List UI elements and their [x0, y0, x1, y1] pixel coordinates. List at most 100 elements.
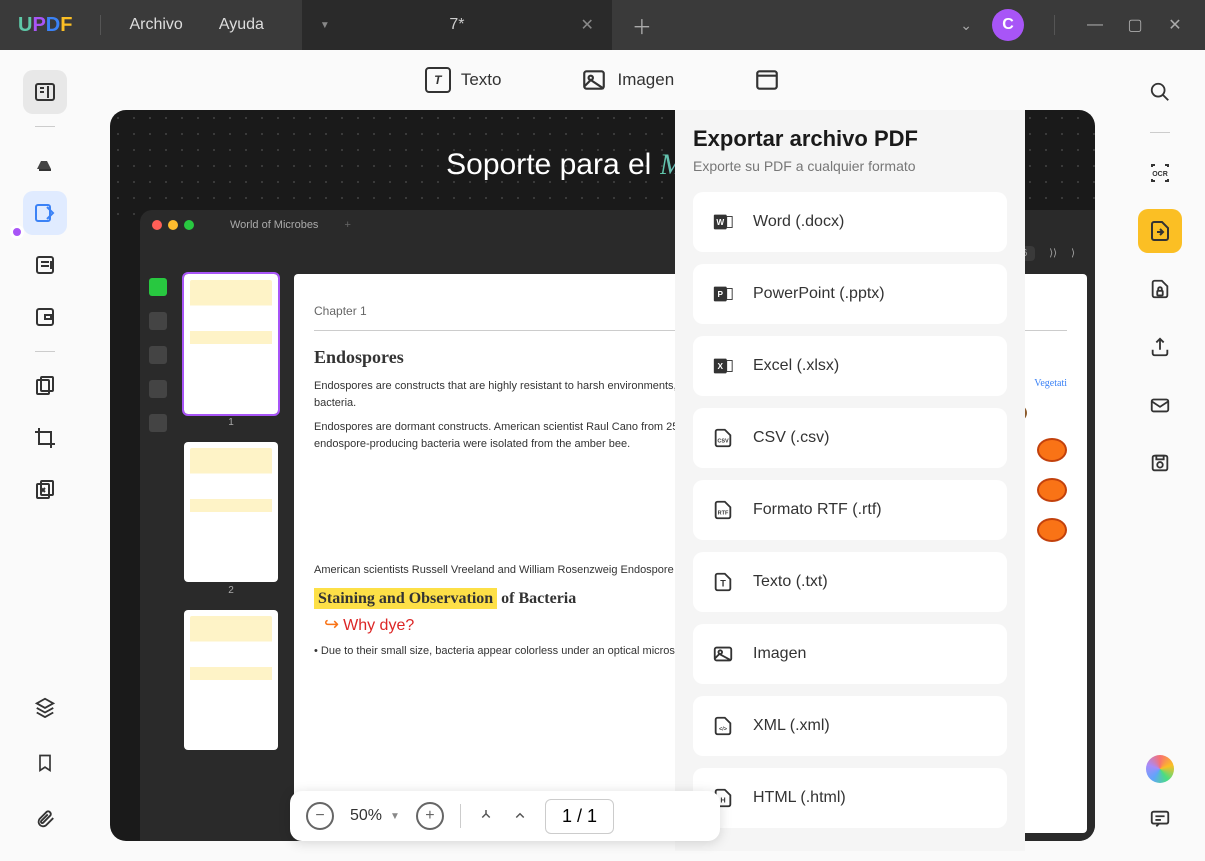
link-button[interactable]	[754, 67, 780, 93]
highlighter-tool[interactable]	[23, 139, 67, 183]
tab-dropdown-icon[interactable]: ▼	[320, 20, 330, 31]
tab-area: ▼ 7* ✕ ＋	[302, 0, 672, 50]
page-indicator[interactable]: 1 / 1	[545, 799, 614, 834]
inner-new-tab[interactable]: +	[344, 219, 350, 231]
divider	[460, 804, 461, 828]
new-tab-button[interactable]: ＋	[612, 0, 672, 50]
heading-suffix: of Bacteria	[497, 590, 576, 607]
close-window-icon[interactable]: ✕	[1165, 15, 1185, 35]
minimize-icon[interactable]: —	[1085, 16, 1105, 34]
crop-tool[interactable]	[23, 416, 67, 460]
export-label: Word (.docx)	[753, 213, 844, 231]
attachment-icon[interactable]	[23, 797, 67, 841]
export-text[interactable]: T Texto (.txt)	[693, 552, 1007, 612]
save-icon[interactable]	[1138, 441, 1182, 485]
organize-tool[interactable]	[23, 364, 67, 408]
zoom-value: 50%	[350, 807, 382, 825]
divider	[35, 351, 55, 352]
inner-tool-icon[interactable]	[149, 380, 167, 398]
close-icon[interactable]: ✕	[581, 15, 594, 35]
svg-text:T: T	[720, 579, 726, 589]
svg-text:P: P	[717, 290, 723, 299]
chevron-down-icon[interactable]: ⌄	[960, 17, 972, 34]
page-thumbnail[interactable]: 1	[184, 274, 278, 414]
diagram-label: Vegetati	[1034, 378, 1067, 389]
text-file-icon: T	[711, 570, 735, 594]
powerpoint-icon: P	[711, 282, 735, 306]
page-tool[interactable]	[23, 243, 67, 287]
inner-tool-icon[interactable]	[149, 312, 167, 330]
export-csv[interactable]: CSV CSV (.csv)	[693, 408, 1007, 468]
export-label: PowerPoint (.pptx)	[753, 285, 885, 303]
export-label: Texto (.txt)	[753, 573, 828, 591]
export-html[interactable]: H HTML (.html)	[693, 768, 1007, 828]
image-button[interactable]: Imagen	[581, 67, 674, 93]
text-button[interactable]: T Texto	[425, 67, 502, 93]
titlebar-right: ⌄ C — ▢ ✕	[960, 9, 1205, 41]
reader-tool[interactable]	[23, 70, 67, 114]
zoom-out-button[interactable]: −	[306, 802, 334, 830]
inner-tool-icon[interactable]	[149, 346, 167, 364]
image-icon	[581, 67, 607, 93]
inner-tool-icon[interactable]	[149, 278, 167, 296]
first-page-icon[interactable]	[477, 807, 495, 825]
compress-tool[interactable]	[23, 468, 67, 512]
form-tool[interactable]	[23, 295, 67, 339]
convert-icon[interactable]	[1138, 209, 1182, 253]
maximize-icon[interactable]: ▢	[1125, 15, 1145, 35]
share-icon[interactable]	[1138, 325, 1182, 369]
nav-icon[interactable]: ⟩⟩	[1049, 248, 1057, 259]
bookmark-icon[interactable]	[23, 741, 67, 785]
divider	[35, 126, 55, 127]
search-icon[interactable]	[1138, 70, 1182, 114]
user-avatar[interactable]: C	[992, 9, 1024, 41]
workspace: T Texto Imagen Soporte para el Modo O Wo	[0, 50, 1205, 861]
image-file-icon	[711, 642, 735, 666]
export-image[interactable]: Imagen	[693, 624, 1007, 684]
page-thumbnail[interactable]: 2	[184, 442, 278, 582]
export-xml[interactable]: </> XML (.xml)	[693, 696, 1007, 756]
svg-text:H: H	[720, 796, 725, 805]
zoom-in-button[interactable]: +	[416, 802, 444, 830]
zoom-level[interactable]: 50% ▼	[350, 807, 400, 825]
inner-tool-icon[interactable]	[149, 414, 167, 432]
divider	[1150, 132, 1170, 133]
edit-tool[interactable]	[23, 191, 67, 235]
export-label: Formato RTF (.rtf)	[753, 501, 882, 519]
svg-text:</>: </>	[719, 727, 727, 733]
traffic-lights[interactable]	[152, 220, 194, 230]
nav-icon[interactable]: ⟩	[1071, 248, 1075, 259]
page-thumbnail[interactable]	[184, 610, 278, 750]
export-label: XML (.xml)	[753, 717, 830, 735]
text-label: Texto	[461, 70, 502, 90]
tab-title: 7*	[449, 16, 464, 34]
menu-file[interactable]: Archivo	[111, 16, 200, 34]
viewer-controls: − 50% ▼ + 1 / 1	[290, 791, 720, 841]
panel-handle[interactable]	[10, 225, 24, 239]
export-subtitle: Exporte su PDF a cualquier formato	[693, 158, 1007, 174]
comment-icon[interactable]	[1138, 797, 1182, 841]
export-label: Excel (.xlsx)	[753, 357, 839, 375]
svg-text:W: W	[716, 218, 724, 227]
export-rtf[interactable]: RTF Formato RTF (.rtf)	[693, 480, 1007, 540]
xml-icon: </>	[711, 714, 735, 738]
export-word[interactable]: W Word (.docx)	[693, 192, 1007, 252]
export-title: Exportar archivo PDF	[693, 126, 1007, 152]
export-label: Imagen	[753, 645, 806, 663]
export-label: CSV (.csv)	[753, 429, 829, 447]
color-wheel-icon[interactable]	[1146, 755, 1174, 783]
ocr-icon[interactable]: OCR	[1138, 151, 1182, 195]
export-powerpoint[interactable]: P PowerPoint (.pptx)	[693, 264, 1007, 324]
document-tab[interactable]: ▼ 7* ✕	[302, 0, 612, 50]
app-logo: UPDF	[0, 14, 90, 37]
mail-icon[interactable]	[1138, 383, 1182, 427]
excel-icon: X	[711, 354, 735, 378]
export-excel[interactable]: X Excel (.xlsx)	[693, 336, 1007, 396]
prev-page-icon[interactable]	[511, 807, 529, 825]
inner-left-tools	[140, 266, 176, 841]
left-sidebar	[0, 50, 90, 861]
titlebar: UPDF Archivo Ayuda ▼ 7* ✕ ＋ ⌄ C — ▢ ✕	[0, 0, 1205, 50]
layers-icon[interactable]	[23, 685, 67, 729]
menu-help[interactable]: Ayuda	[201, 16, 282, 34]
protect-icon[interactable]	[1138, 267, 1182, 311]
